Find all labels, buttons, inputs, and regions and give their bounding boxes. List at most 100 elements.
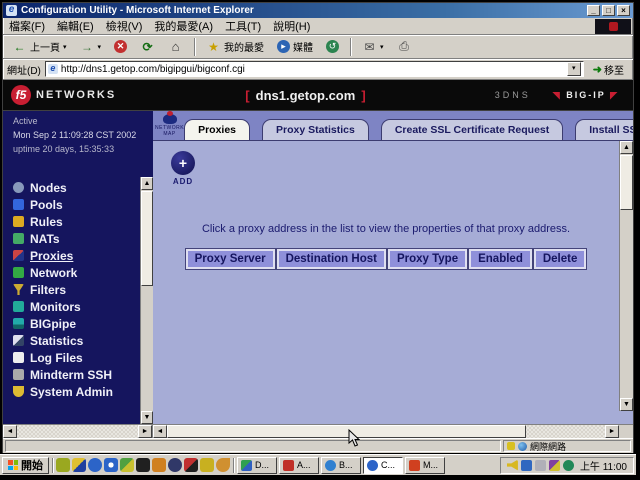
close-button[interactable]: × [617,5,630,16]
quicklaunch-icon[interactable] [88,458,102,472]
scrollbar-thumb[interactable] [620,155,633,210]
scrollbar-thumb[interactable] [167,425,526,438]
taskbar-window-button-active[interactable]: C... [363,457,403,474]
sidebar-item-bigpipe[interactable]: BIGpipe [13,315,139,332]
maximize-button[interactable]: □ [602,5,615,16]
mail-button[interactable]: ✉ ▾ [357,36,389,57]
quicklaunch-icon[interactable] [184,458,198,472]
sidebar: Active Mon Sep 2 11:09:28 CST 2002 uptim… [3,111,153,424]
system-status-block: Active Mon Sep 2 11:09:28 CST 2002 uptim… [3,111,153,154]
network-tray-icon[interactable] [563,460,574,471]
scroll-down-icon[interactable]: ▼ [141,411,153,424]
mouse-cursor [348,429,360,452]
sidebar-item-network[interactable]: Network [13,264,139,281]
minimize-button[interactable]: _ [587,5,600,16]
quicklaunch-icon[interactable] [120,458,134,472]
toolbar-separator [194,38,195,56]
sidebar-item-monitors[interactable]: Monitors [13,298,139,315]
sidebar-item-filters[interactable]: Filters [13,281,139,298]
add-button[interactable]: + [171,151,195,175]
tab-create-ssl-certificate-request[interactable]: Create SSL Certificate Request [381,119,563,140]
content-scrollbar[interactable]: ▲ ▼ [619,141,633,411]
back-button[interactable]: ← 上一頁 ▾ [7,36,72,57]
tab-proxies[interactable]: Proxies [184,119,250,140]
sidebar-item-pools[interactable]: Pools [13,196,139,213]
quicklaunch-icon[interactable] [152,458,166,472]
status-active: Active [13,116,153,126]
address-dropdown-icon[interactable]: ▾ [567,62,581,76]
network-map-button[interactable]: NETWORK MAP [155,114,184,137]
quicklaunch-icon[interactable] [168,458,182,472]
tray-app-icon[interactable] [549,460,560,471]
app-icon [241,460,252,471]
taskbar-window-button[interactable]: B... [321,457,361,474]
go-button[interactable]: ➜ 移至 [588,61,629,78]
taskbar-clock[interactable]: 上午 11:00 [580,458,627,473]
menu-favorites[interactable]: 我的最愛(A) [154,18,213,34]
menu-help[interactable]: 說明(H) [273,18,310,34]
scroll-left-icon[interactable]: ◄ [153,425,167,438]
favorites-button[interactable]: ★ 我的最愛 [201,36,269,57]
quicklaunch-icon[interactable] [136,458,150,472]
quicklaunch-icon[interactable] [72,458,86,472]
quicklaunch-icon[interactable] [200,458,214,472]
sidebar-scrollbar[interactable]: ▲ ▼ [140,177,153,424]
title-bar[interactable]: e Configuration Utility - Microsoft Inte… [3,3,633,18]
scrollbar-track[interactable] [167,425,605,438]
mail-dropdown-icon: ▾ [380,43,384,51]
sidebar-item-log-files[interactable]: Log Files [13,349,139,366]
menu-file[interactable]: 檔案(F) [9,18,45,34]
history-button[interactable]: ↺ [321,37,344,56]
scrollbar-thumb[interactable] [141,191,153,286]
scroll-up-icon[interactable]: ▲ [620,141,633,154]
back-dropdown-icon: ▾ [63,43,67,51]
forward-button[interactable]: → ▾ [75,36,107,57]
tab-proxy-statistics[interactable]: Proxy Statistics [262,119,369,140]
taskbar-window-button[interactable]: D... [237,457,277,474]
display-icon[interactable] [535,460,546,471]
sidebar-item-system-admin[interactable]: System Admin [13,383,139,400]
start-button[interactable]: 開始 [2,457,49,474]
address-input[interactable]: e http://dns1.getop.com/bigipgui/bigconf… [45,61,584,77]
browser-toolbar: ← 上一頁 ▾ → ▾ ✕ ⟳ ⌂ ★ 我的最愛 ▸ [3,35,633,59]
media-button[interactable]: ▸ 媒體 [272,36,318,57]
sidebar-item-rules[interactable]: Rules [13,213,139,230]
menu-bar: 檔案(F) 編輯(E) 檢視(V) 我的最愛(A) 工具(T) 說明(H) [3,18,633,35]
messenger-icon[interactable] [521,460,532,471]
taskbar: 開始 D... A... B... C... M... [0,454,636,475]
menu-tools[interactable]: 工具(T) [225,18,261,34]
quicklaunch-icon[interactable] [216,458,230,472]
sidebar-item-nats[interactable]: NATs [13,230,139,247]
tab-install-ssl-certificate[interactable]: Install SSL Certif [575,119,633,140]
bracket-right: ] [361,88,365,103]
sidebar-item-proxies[interactable]: Proxies [13,247,139,264]
menu-view[interactable]: 檢視(V) [106,18,143,34]
sidebar-item-mindterm-ssh[interactable]: Mindterm SSH [13,366,139,383]
scroll-left-icon[interactable]: ◄ [3,425,17,438]
scroll-right-icon[interactable]: ► [605,425,619,438]
content-hscrollbar[interactable]: ◄ ► [153,425,633,438]
scroll-up-icon[interactable]: ▲ [141,177,153,190]
quicklaunch-icon[interactable] [104,458,118,472]
taskbar-window-button[interactable]: M... [405,457,445,474]
page-main: Active Mon Sep 2 11:09:28 CST 2002 uptim… [3,110,633,424]
print-button[interactable]: ⎙ [392,36,417,57]
stop-button[interactable]: ✕ [109,37,132,56]
scroll-right-icon[interactable]: ► [138,425,152,438]
scrollbar-track[interactable] [17,425,138,438]
refresh-button[interactable]: ⟳ [135,36,160,57]
menu-edit[interactable]: 編輯(E) [57,18,94,34]
favorites-icon: ★ [206,39,221,54]
add-proxy-control: + ADD [171,151,195,186]
sidebar-hscrollbar[interactable]: ◄ ► [3,425,153,438]
sidebar-item-statistics[interactable]: Statistics [13,332,139,349]
hostname-display: [dns1.getop.com] [116,88,495,103]
sidebar-item-nodes[interactable]: Nodes [13,179,139,196]
volume-icon[interactable] [507,460,518,471]
scroll-down-icon[interactable]: ▼ [620,398,633,411]
taskbar-window-button[interactable]: A... [279,457,319,474]
nodes-icon [13,182,24,193]
home-button[interactable]: ⌂ [163,36,188,57]
proxies-icon [13,250,24,261]
quicklaunch-icon[interactable] [56,458,70,472]
